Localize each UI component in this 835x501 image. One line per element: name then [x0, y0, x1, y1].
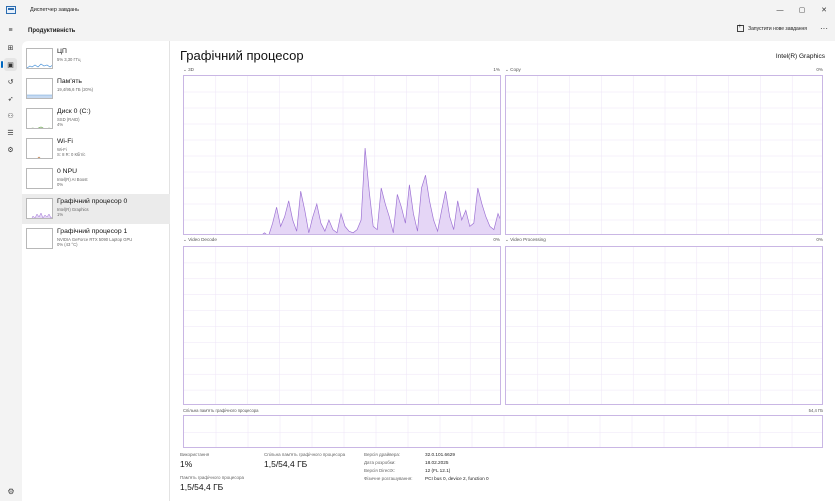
- engine-video-processing-percent: 0%: [816, 237, 823, 242]
- performance-icon[interactable]: ▣: [4, 58, 17, 71]
- shared-memory-label: Спільна пам'ять графічного процесора: [183, 408, 259, 413]
- gpu-detail-pane: Графічний процесор Intel(R) Graphics ⌄ 3…: [170, 41, 835, 501]
- window-title: Диспетчер завдань: [30, 7, 80, 13]
- navigation-rail: ≡ ⊞ ▣ ↺ ➶ ⚇ ☰ ⚙: [0, 20, 22, 501]
- page-title: Продуктивність: [28, 27, 76, 34]
- memory-thumbnail-graph: [26, 78, 53, 99]
- physical-location-label: Фізичне розташування:: [364, 476, 413, 481]
- startup-apps-icon[interactable]: ➶: [4, 92, 17, 105]
- sidebar-item-npu[interactable]: 0 NPU Intel(R) AI Boost 0%: [22, 164, 170, 194]
- sidebar-item-wifi[interactable]: Wi-Fi Wi-Fi S: 8 R: 0 Кбіт/с: [22, 134, 170, 164]
- engine-video-processing-label[interactable]: ⌄ Video Processing: [505, 237, 546, 243]
- engine-3d-percent: 1%: [493, 67, 500, 72]
- sidebar-item-usage: 0% (43 °C): [57, 242, 78, 247]
- cpu-thumbnail-graph: [26, 48, 53, 69]
- gpu0-thumbnail-graph: [26, 198, 53, 219]
- engine-copy-label[interactable]: ⌄ Copy: [505, 67, 521, 73]
- engine-copy-graph: [505, 75, 823, 235]
- engine-video-decode-label[interactable]: ⌄ Video Decode: [183, 237, 217, 243]
- usage-value: 1%: [180, 459, 193, 469]
- driver-version-value: 32.0.101.6629: [425, 452, 455, 457]
- shared-memory-grid: [184, 416, 822, 447]
- directx-version-label: Версія DirectX:: [364, 468, 395, 473]
- sidebar-item-disk[interactable]: Диск 0 (C:) SSD (RAID) 4%: [22, 104, 170, 134]
- more-options-button[interactable]: ···: [820, 24, 828, 33]
- run-new-task-button[interactable]: Запустити нове завдання: [737, 24, 807, 32]
- window-controls: — ▢ ✕: [769, 0, 835, 20]
- sidebar-item-usage: 4%: [57, 122, 64, 127]
- close-button[interactable]: ✕: [813, 0, 835, 20]
- sidebar-item-cpu[interactable]: ЦП 5% 3,30 ГГц: [22, 44, 170, 74]
- usage-label: Використання: [180, 452, 210, 457]
- driver-version-label: Версія драйвера:: [364, 452, 401, 457]
- physical-location-value: PCI bus 0, device 2, function 0: [425, 476, 489, 481]
- sidebar-item-memory[interactable]: Пам'ять 19,4/95,6 ГБ (20%): [22, 74, 170, 104]
- sidebar-item-detail: 5% 3,30 ГГц: [57, 57, 81, 62]
- engine-video-processing-grid: [506, 247, 822, 404]
- run-new-task-label: Запустити нове завдання: [748, 25, 807, 32]
- engine-copy-percent: 0%: [816, 67, 823, 72]
- sidebar-item-usage: 1%: [57, 212, 64, 217]
- settings-gear-icon[interactable]: ⚙: [6, 486, 16, 496]
- new-task-icon: [737, 24, 745, 32]
- engine-video-decode-grid: [184, 247, 500, 404]
- details-icon[interactable]: ☰: [4, 126, 17, 139]
- sidebar-item-label: Графічний процесор 1: [57, 228, 128, 235]
- disk-thumbnail-graph: [26, 108, 53, 129]
- sidebar-item-detail: 19,4/95,6 ГБ (20%): [57, 87, 93, 92]
- sidebar-item-label: Диск 0 (C:): [57, 108, 91, 115]
- engine-video-processing-graph: [505, 246, 823, 405]
- engine-3d-area: [263, 148, 500, 234]
- shared-memory-stat-label: Спільна пам'ять графічного процесора: [264, 452, 346, 457]
- engine-video-decode-graph: [183, 246, 501, 405]
- gpu-heading: Графічний процесор: [180, 48, 304, 63]
- page-header: Продуктивність Запустити нове завдання ·…: [22, 20, 835, 41]
- gpu1-thumbnail-graph: [26, 228, 53, 249]
- minimize-button[interactable]: —: [769, 0, 791, 20]
- npu-thumbnail-graph: [26, 168, 53, 189]
- engine-video-decode-percent: 0%: [493, 237, 500, 242]
- shared-memory-graph: [183, 415, 823, 448]
- driver-date-value: 18.02.2025: [425, 460, 449, 465]
- gpu-memory-value: 1,5/54,4 ГБ: [180, 482, 224, 492]
- shared-memory-stat-value: 1,5/54,4 ГБ: [264, 459, 308, 469]
- sidebar-item-gpu-1[interactable]: Графічний процесор 1 NVIDIA GeForce RTX …: [22, 224, 170, 254]
- directx-version-value: 12 (FL 12.1): [425, 468, 451, 473]
- engine-copy-grid: [506, 76, 822, 234]
- title-bar: Диспетчер завдань — ▢ ✕: [0, 0, 835, 20]
- active-nav-indicator: [1, 61, 3, 68]
- sidebar-item-label: 0 NPU: [57, 168, 78, 175]
- hamburger-menu-icon[interactable]: ≡: [4, 24, 17, 37]
- app-history-icon[interactable]: ↺: [4, 75, 17, 88]
- engine-3d-chart: [184, 76, 500, 234]
- gpu-model-name: Intel(R) Graphics: [775, 53, 825, 60]
- engine-3d-label[interactable]: ⌄ 3D: [183, 67, 194, 73]
- performance-sidebar: ЦП 5% 3,30 ГГц Пам'ять 19,4/95,6 ГБ (20%…: [22, 41, 170, 501]
- gpu-memory-label: Пам'ять графічного процесора: [180, 475, 245, 480]
- processes-icon[interactable]: ⊞: [4, 41, 17, 54]
- sidebar-item-throughput: S: 8 R: 0 Кбіт/с: [57, 152, 86, 157]
- driver-date-label: Дата розробки:: [364, 460, 396, 465]
- sidebar-item-label: ЦП: [57, 48, 67, 55]
- task-manager-app-icon: [6, 6, 16, 14]
- gpu-stats: Використання 1% Спільна пам'ять графічно…: [180, 451, 830, 501]
- wifi-thumbnail-graph: [26, 138, 53, 159]
- users-icon[interactable]: ⚇: [4, 109, 17, 122]
- sidebar-item-label: Графічний процесор 0: [57, 198, 128, 205]
- services-icon[interactable]: ⚙: [4, 143, 17, 156]
- engine-3d-graph: [183, 75, 501, 235]
- shared-memory-max: 54,4 ГБ: [808, 408, 823, 413]
- content-area: ЦП 5% 3,30 ГГц Пам'ять 19,4/95,6 ГБ (20%…: [22, 41, 835, 501]
- sidebar-item-label: Wi-Fi: [57, 138, 73, 145]
- sidebar-item-usage: 0%: [57, 182, 64, 187]
- maximize-button[interactable]: ▢: [791, 0, 813, 20]
- sidebar-item-label: Пам'ять: [57, 78, 82, 85]
- sidebar-item-gpu-0[interactable]: Графічний процесор 0 Intel(R) Graphics 1…: [22, 194, 170, 224]
